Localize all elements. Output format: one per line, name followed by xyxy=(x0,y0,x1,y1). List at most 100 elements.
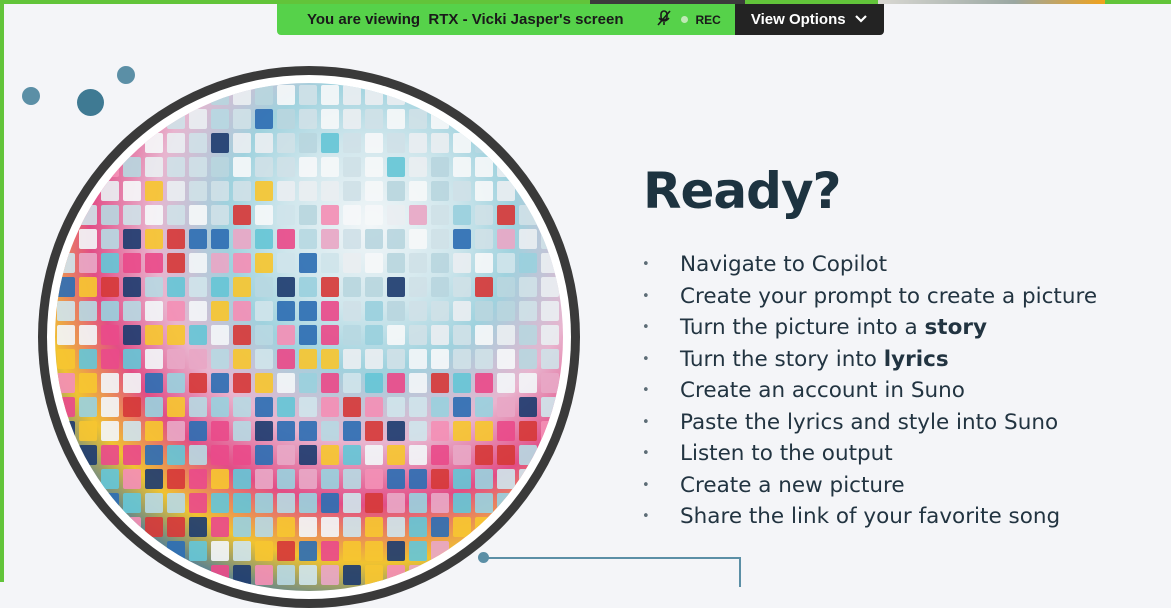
mirror-tile xyxy=(387,493,405,513)
view-options-button[interactable]: View Options xyxy=(734,4,884,35)
mirror-tile xyxy=(79,253,97,273)
mirror-tile xyxy=(211,277,229,297)
mirror-tile xyxy=(233,349,251,369)
mirror-tile xyxy=(145,301,163,321)
mirror-tile xyxy=(475,181,493,201)
mirror-tile xyxy=(431,253,449,273)
mirror-tile xyxy=(189,469,207,489)
mirror-tile xyxy=(497,157,515,177)
mirror-tile xyxy=(365,301,383,321)
mirror-tile xyxy=(299,157,317,177)
mirror-tile xyxy=(431,301,449,321)
mirror-tile xyxy=(167,349,185,369)
mirror-tile xyxy=(189,109,207,129)
mirror-tile xyxy=(321,133,339,153)
mirror-tile xyxy=(497,325,515,345)
mirror-tile xyxy=(277,181,295,201)
mirror-tile xyxy=(79,325,97,345)
mirror-tile xyxy=(255,133,273,153)
mirror-tile xyxy=(233,109,251,129)
mirror-tile xyxy=(277,493,295,513)
mirror-tile xyxy=(189,421,207,441)
mirror-tile xyxy=(189,157,207,177)
mirror-tile xyxy=(321,157,339,177)
mirror-tile xyxy=(211,445,229,465)
bullet-icon: • xyxy=(642,351,650,367)
mirror-tile xyxy=(497,445,515,465)
mirror-tile xyxy=(321,325,339,345)
mirror-tile xyxy=(299,541,317,561)
mirror-tile xyxy=(387,253,405,273)
mirror-tile xyxy=(387,229,405,249)
bullet-icon: • xyxy=(642,414,650,430)
mirror-tile xyxy=(189,181,207,201)
mirror-tile xyxy=(211,493,229,513)
mirror-tile xyxy=(519,445,537,465)
mirror-tile xyxy=(365,445,383,465)
bullet-icon: • xyxy=(642,477,650,493)
mirror-tile xyxy=(189,325,207,345)
mirror-tile xyxy=(277,85,295,105)
mirror-tile xyxy=(79,349,97,369)
mirror-tile xyxy=(101,349,119,369)
mirror-tile xyxy=(277,157,295,177)
mirror-tile xyxy=(431,421,449,441)
step-emphasis: lyrics xyxy=(883,346,949,372)
mirror-tile xyxy=(167,277,185,297)
mirror-tile xyxy=(409,469,427,489)
mirror-tile xyxy=(519,397,537,417)
mirror-tile xyxy=(365,229,383,249)
mirror-tile xyxy=(233,133,251,153)
mirror-tile xyxy=(453,517,471,537)
mirror-tile xyxy=(497,181,515,201)
mirror-tile xyxy=(189,205,207,225)
mirror-tile xyxy=(277,517,295,537)
mirror-tile xyxy=(299,397,317,417)
mirror-tile xyxy=(79,301,97,321)
mirror-tile xyxy=(409,301,427,321)
mirror-tile xyxy=(189,349,207,369)
mirror-tile xyxy=(101,277,119,297)
mirror-tile xyxy=(475,469,493,489)
mirror-tile xyxy=(277,205,295,225)
mirror-tile xyxy=(431,373,449,393)
mirror-tile xyxy=(299,181,317,201)
mirror-tile xyxy=(453,421,471,441)
mirror-tile xyxy=(299,253,317,273)
step-emphasis: story xyxy=(924,315,987,341)
mirror-tile xyxy=(167,229,185,249)
mirror-tile xyxy=(145,133,163,153)
mirror-tile xyxy=(365,373,383,393)
step-text: Create an account in Suno xyxy=(680,378,965,404)
mirror-tile xyxy=(101,469,119,489)
mirror-tile xyxy=(299,277,317,297)
mirror-tile xyxy=(343,85,361,105)
mirror-tile xyxy=(145,421,163,441)
mirror-tile xyxy=(497,397,515,417)
mirror-tile xyxy=(189,397,207,417)
mirror-tile xyxy=(409,373,427,393)
mirror-tile xyxy=(343,205,361,225)
mirror-tile xyxy=(277,445,295,465)
mirror-tile xyxy=(233,565,251,585)
mirror-tile xyxy=(475,253,493,273)
mirror-tile xyxy=(365,421,383,441)
mirror-tile xyxy=(255,301,273,321)
participant-thumbnail[interactable] xyxy=(878,0,1105,4)
bullet-icon: • xyxy=(642,446,650,462)
mirror-tile xyxy=(365,253,383,273)
mirror-tile xyxy=(233,85,251,105)
mirror-tile xyxy=(409,229,427,249)
mirror-tile xyxy=(387,565,405,585)
mirror-tile xyxy=(145,157,163,177)
mirror-tile xyxy=(409,541,427,561)
mirror-tile xyxy=(211,133,229,153)
step-text: Listen to the output xyxy=(680,441,893,467)
mirror-tile xyxy=(101,205,119,225)
mirror-tile xyxy=(431,397,449,417)
mirror-tile xyxy=(255,349,273,369)
mirror-tile xyxy=(387,205,405,225)
mirror-tile xyxy=(233,277,251,297)
mirror-tile xyxy=(431,181,449,201)
mirror-tile xyxy=(387,277,405,297)
